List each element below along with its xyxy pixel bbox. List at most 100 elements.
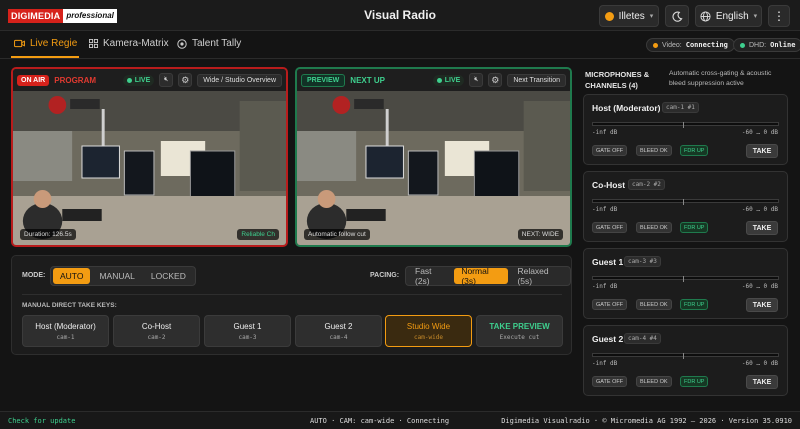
pacing-option-normal[interactable]: Normal (3s) <box>454 266 509 286</box>
sidebar-description: Automatic cross-gating & acoustic bleed … <box>669 69 771 89</box>
gate-chip[interactable]: GATE OFF <box>592 222 628 233</box>
sidebar-title-line: CHANNELS (4) <box>585 81 638 90</box>
meter-tick <box>683 276 684 282</box>
mode-selector: AUTO MANUAL LOCKED <box>50 266 196 286</box>
language-select[interactable]: English ▾ <box>695 5 762 27</box>
active-tab-indicator <box>11 56 79 58</box>
gate-chip[interactable]: GATE OFF <box>592 145 628 156</box>
channel-level: -inf dB <box>592 206 618 213</box>
mode-option-locked[interactable]: LOCKED <box>144 268 193 284</box>
key-label: TAKE PREVIEW <box>489 321 550 331</box>
channel-card-guest2: Guest 2 cam-4 #4 -inf dB -60 … 0 dB GATE… <box>583 325 788 396</box>
chevron-down-icon: ▾ <box>753 13 758 20</box>
preview-video-feed <box>297 91 570 245</box>
mute-button[interactable]: 🔇︎ <box>469 73 484 87</box>
live-badge: LIVE <box>432 74 465 86</box>
next-transition-button[interactable]: Next Transition <box>507 73 566 87</box>
take-button[interactable]: TAKE <box>746 221 778 235</box>
key-label: Co-Host <box>141 321 172 331</box>
channel-level: -inf dB <box>592 360 618 367</box>
microphones-panel: MICROPHONES & CHANNELS (4) Automatic cro… <box>583 65 788 396</box>
mute-icon: 🔇︎ <box>164 76 169 83</box>
divider <box>22 294 562 295</box>
preview-title: NEXT UP <box>350 75 385 85</box>
tab-kamera-matrix[interactable]: Kamera-Matrix <box>89 38 169 49</box>
status-dot <box>653 42 658 48</box>
bleed-chip[interactable]: BLEED OK <box>636 376 672 387</box>
sidebar-desc-line: Automatic cross-gating & acoustic <box>669 70 772 77</box>
dhd-status-pill: DHD: Online <box>733 38 800 52</box>
key-sub: cam-wide <box>414 333 443 341</box>
take-button[interactable]: TAKE <box>746 144 778 158</box>
user-menu-button[interactable]: Illetes ▾ <box>599 5 659 27</box>
bleed-chip[interactable]: BLEED OK <box>636 222 672 233</box>
bleed-chip[interactable]: BLEED OK <box>636 299 672 310</box>
channel-range: -60 … 0 dB <box>741 129 778 136</box>
fader-chip[interactable]: FDR UP <box>680 145 709 156</box>
settings-button[interactable]: ⚙ <box>488 73 503 87</box>
fader-chip[interactable]: FDR UP <box>680 222 709 233</box>
channel-level: -inf dB <box>592 129 618 136</box>
pacing-selector: Fast (2s) Normal (3s) Relaxed (5s) <box>405 266 571 286</box>
channel-cam-tag: cam-4 #4 <box>624 333 661 344</box>
channel-range: -60 … 0 dB <box>741 283 778 290</box>
take-button[interactable]: TAKE <box>746 298 778 312</box>
tab-live-regie[interactable]: Live Regie <box>14 38 77 49</box>
user-status-dot <box>604 11 614 21</box>
key-sub: cam-1 <box>56 333 75 341</box>
take-preview-button[interactable]: TAKE PREVIEW Execute cut <box>476 315 563 347</box>
pacing-option-fast[interactable]: Fast (2s) <box>408 266 452 286</box>
controls-panel: MODE: AUTO MANUAL LOCKED PACING: Fast (2… <box>11 255 572 355</box>
live-label: LIVE <box>444 76 461 84</box>
channel-name: Host (Moderator) <box>592 103 661 113</box>
key-sub: cam-2 <box>147 333 166 341</box>
key-label: Guest 2 <box>324 321 353 331</box>
channel-cam-tag: cam-2 #2 <box>628 179 665 190</box>
pacing-option-relaxed[interactable]: Relaxed (5s) <box>510 266 568 286</box>
live-dot <box>436 77 442 83</box>
program-monitor: ON AIR PROGRAM LIVE 🔇︎ ⚙ Wide / Studio O… <box>11 67 288 247</box>
preview-monitor: PREVIEW NEXT UP LIVE 🔇︎ ⚙ Next Transitio… <box>295 67 572 247</box>
take-key-guest1[interactable]: Guest 1 cam-3 <box>204 315 291 347</box>
take-key-studio-wide[interactable]: Studio Wide cam-wide <box>385 315 472 347</box>
preview-header: PREVIEW NEXT UP LIVE 🔇︎ ⚙ Next Transitio… <box>297 69 570 91</box>
follow-cut-overlay: Automatic follow cut <box>304 229 370 240</box>
key-sub: cam-3 <box>238 333 257 341</box>
fader-chip[interactable]: FDR UP <box>680 376 709 387</box>
program-header: ON AIR PROGRAM LIVE 🔇︎ ⚙ Wide / Studio O… <box>13 69 286 91</box>
tab-talent-tally[interactable]: Talent Tally <box>177 38 241 49</box>
video-status-pill: Video: Connecting <box>646 38 735 52</box>
more-menu-button[interactable]: ⋮ <box>768 5 790 27</box>
copyright-version: Digimedia Visualradio · © Micromedia AG … <box>501 417 792 425</box>
dhd-status-value: Online <box>770 41 796 49</box>
take-button[interactable]: TAKE <box>746 375 778 389</box>
scene-select-button[interactable]: Wide / Studio Overview <box>197 73 282 87</box>
mode-option-auto[interactable]: AUTO <box>53 268 91 284</box>
gate-chip[interactable]: GATE OFF <box>592 299 628 310</box>
channel-cam-tag: cam-3 #3 <box>624 256 661 267</box>
mode-option-manual[interactable]: MANUAL <box>92 268 141 284</box>
more-vert-icon: ⋮ <box>773 9 785 23</box>
channel-name: Guest 1 <box>592 257 624 267</box>
bleed-chip[interactable]: BLEED OK <box>636 145 672 156</box>
theme-toggle-button[interactable] <box>665 5 689 27</box>
channel-card-guest1: Guest 1 cam-3 #3 -inf dB -60 … 0 dB GATE… <box>583 248 788 319</box>
take-key-host[interactable]: Host (Moderator) cam-1 <box>22 315 109 347</box>
mute-button[interactable]: 🔇︎ <box>159 73 174 87</box>
top-bar: DIGIMEDIA professional Visual Radio Ille… <box>0 0 800 31</box>
take-key-guest2[interactable]: Guest 2 cam-4 <box>295 315 382 347</box>
channel-cam-tag: cam-1 #1 <box>662 102 699 113</box>
settings-button[interactable]: ⚙ <box>178 73 193 87</box>
sidebar-desc-line: bleed suppression active <box>669 80 744 87</box>
target-icon <box>177 38 187 49</box>
channel-name: Co-Host <box>592 180 626 190</box>
fader-chip[interactable]: FDR UP <box>680 299 709 310</box>
key-sub: cam-4 <box>329 333 348 341</box>
gear-icon: ⚙ <box>181 74 190 85</box>
take-key-cohost[interactable]: Co-Host cam-2 <box>113 315 200 347</box>
gate-chip[interactable]: GATE OFF <box>592 376 628 387</box>
check-update-link[interactable]: Check for update <box>8 417 75 425</box>
grid-icon <box>89 39 98 48</box>
status-bar: Check for update AUTO · CAM: cam-wide · … <box>0 411 800 429</box>
channel-card-host: Host (Moderator) cam-1 #1 -inf dB -60 … … <box>583 94 788 165</box>
